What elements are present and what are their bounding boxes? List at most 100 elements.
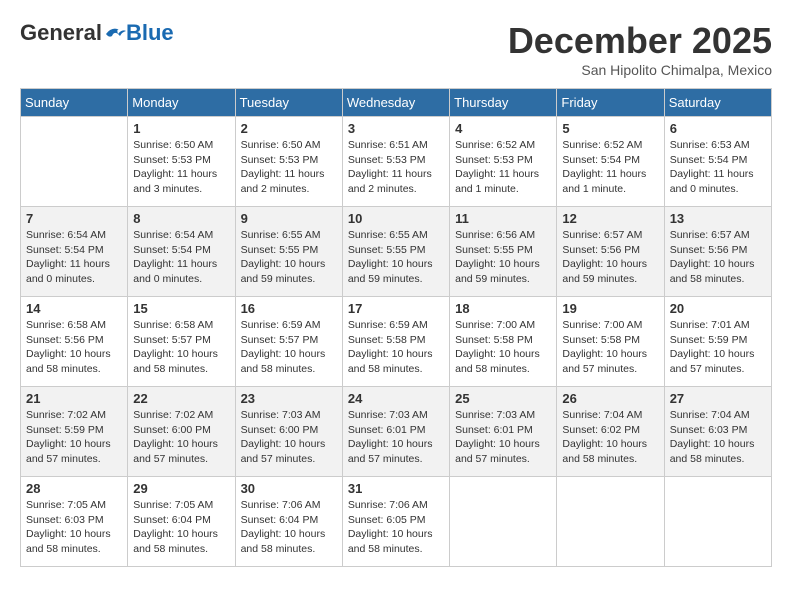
day-info: Sunrise: 7:00 AM Sunset: 5:58 PM Dayligh… xyxy=(455,318,551,377)
day-info: Sunrise: 7:05 AM Sunset: 6:04 PM Dayligh… xyxy=(133,498,229,557)
day-info: Sunrise: 6:55 AM Sunset: 5:55 PM Dayligh… xyxy=(348,228,444,287)
day-info: Sunrise: 7:00 AM Sunset: 5:58 PM Dayligh… xyxy=(562,318,658,377)
location: San Hipolito Chimalpa, Mexico xyxy=(508,62,772,78)
day-info: Sunrise: 7:06 AM Sunset: 6:05 PM Dayligh… xyxy=(348,498,444,557)
day-info: Sunrise: 7:04 AM Sunset: 6:03 PM Dayligh… xyxy=(670,408,766,467)
day-number: 30 xyxy=(241,481,337,496)
table-row: 30 Sunrise: 7:06 AM Sunset: 6:04 PM Dayli… xyxy=(235,477,342,567)
table-row: 7 Sunrise: 6:54 AM Sunset: 5:54 PM Daylig… xyxy=(21,207,128,297)
day-number: 26 xyxy=(562,391,658,406)
day-number: 31 xyxy=(348,481,444,496)
table-row: 24 Sunrise: 7:03 AM Sunset: 6:01 PM Dayli… xyxy=(342,387,449,477)
table-row: 21 Sunrise: 7:02 AM Sunset: 5:59 PM Dayli… xyxy=(21,387,128,477)
day-number: 19 xyxy=(562,301,658,316)
month-title: December 2025 xyxy=(508,20,772,62)
day-info: Sunrise: 7:01 AM Sunset: 5:59 PM Dayligh… xyxy=(670,318,766,377)
table-row: 4Sunrise: 6:52 AM Sunset: 5:53 PM Daylig… xyxy=(450,117,557,207)
day-number: 28 xyxy=(26,481,122,496)
col-wednesday: Wednesday xyxy=(342,89,449,117)
day-number: 11 xyxy=(455,211,551,226)
day-number: 24 xyxy=(348,391,444,406)
calendar-week-row: 7 Sunrise: 6:54 AM Sunset: 5:54 PM Daylig… xyxy=(21,207,772,297)
day-number: 14 xyxy=(26,301,122,316)
calendar-week-row: 14Sunrise: 6:58 AM Sunset: 5:56 PM Dayli… xyxy=(21,297,772,387)
day-info: Sunrise: 6:59 AM Sunset: 5:58 PM Dayligh… xyxy=(348,318,444,377)
table-row: 27 Sunrise: 7:04 AM Sunset: 6:03 PM Dayli… xyxy=(664,387,771,477)
table-row: 14Sunrise: 6:58 AM Sunset: 5:56 PM Dayli… xyxy=(21,297,128,387)
day-number: 7 xyxy=(26,211,122,226)
day-info: Sunrise: 7:02 AM Sunset: 6:00 PM Dayligh… xyxy=(133,408,229,467)
logo-general: General xyxy=(20,20,102,46)
calendar-header-row: Sunday Monday Tuesday Wednesday Thursday… xyxy=(21,89,772,117)
day-info: Sunrise: 7:03 AM Sunset: 6:01 PM Dayligh… xyxy=(348,408,444,467)
day-info: Sunrise: 6:52 AM Sunset: 5:53 PM Dayligh… xyxy=(455,138,551,197)
table-row xyxy=(450,477,557,567)
logo: General Blue xyxy=(20,20,174,46)
title-block: December 2025 San Hipolito Chimalpa, Mex… xyxy=(508,20,772,78)
day-info: Sunrise: 6:56 AM Sunset: 5:55 PM Dayligh… xyxy=(455,228,551,287)
col-thursday: Thursday xyxy=(450,89,557,117)
table-row: 25 Sunrise: 7:03 AM Sunset: 6:01 PM Dayli… xyxy=(450,387,557,477)
table-row: 1 Sunrise: 6:50 AM Sunset: 5:53 PM Daylig… xyxy=(128,117,235,207)
table-row: 18Sunrise: 7:00 AM Sunset: 5:58 PM Dayli… xyxy=(450,297,557,387)
day-info: Sunrise: 7:03 AM Sunset: 6:01 PM Dayligh… xyxy=(455,408,551,467)
table-row: 12Sunrise: 6:57 AM Sunset: 5:56 PM Dayli… xyxy=(557,207,664,297)
calendar-week-row: 28 Sunrise: 7:05 AM Sunset: 6:03 PM Dayli… xyxy=(21,477,772,567)
table-row xyxy=(557,477,664,567)
day-info: Sunrise: 6:50 AM Sunset: 5:53 PM Dayligh… xyxy=(133,138,229,197)
table-row: 11 Sunrise: 6:56 AM Sunset: 5:55 PM Dayli… xyxy=(450,207,557,297)
day-number: 22 xyxy=(133,391,229,406)
day-info: Sunrise: 6:52 AM Sunset: 5:54 PM Dayligh… xyxy=(562,138,658,197)
table-row: 9 Sunrise: 6:55 AM Sunset: 5:55 PM Daylig… xyxy=(235,207,342,297)
logo-blue: Blue xyxy=(126,20,174,46)
day-number: 17 xyxy=(348,301,444,316)
day-number: 27 xyxy=(670,391,766,406)
col-sunday: Sunday xyxy=(21,89,128,117)
day-number: 25 xyxy=(455,391,551,406)
day-info: Sunrise: 6:54 AM Sunset: 5:54 PM Dayligh… xyxy=(26,228,122,287)
table-row xyxy=(21,117,128,207)
day-number: 9 xyxy=(241,211,337,226)
day-info: Sunrise: 6:59 AM Sunset: 5:57 PM Dayligh… xyxy=(241,318,337,377)
table-row: 26Sunrise: 7:04 AM Sunset: 6:02 PM Dayli… xyxy=(557,387,664,477)
table-row: 10Sunrise: 6:55 AM Sunset: 5:55 PM Dayli… xyxy=(342,207,449,297)
col-saturday: Saturday xyxy=(664,89,771,117)
table-row: 20 Sunrise: 7:01 AM Sunset: 5:59 PM Dayli… xyxy=(664,297,771,387)
day-number: 29 xyxy=(133,481,229,496)
col-monday: Monday xyxy=(128,89,235,117)
day-number: 5 xyxy=(562,121,658,136)
table-row: 17 Sunrise: 6:59 AM Sunset: 5:58 PM Dayli… xyxy=(342,297,449,387)
day-number: 13 xyxy=(670,211,766,226)
calendar-table: Sunday Monday Tuesday Wednesday Thursday… xyxy=(20,88,772,567)
day-info: Sunrise: 7:02 AM Sunset: 5:59 PM Dayligh… xyxy=(26,408,122,467)
table-row: 6 Sunrise: 6:53 AM Sunset: 5:54 PM Daylig… xyxy=(664,117,771,207)
page-header: General Blue December 2025 San Hipolito … xyxy=(20,20,772,78)
col-tuesday: Tuesday xyxy=(235,89,342,117)
table-row: 16 Sunrise: 6:59 AM Sunset: 5:57 PM Dayli… xyxy=(235,297,342,387)
table-row: 3Sunrise: 6:51 AM Sunset: 5:53 PM Daylig… xyxy=(342,117,449,207)
table-row: 19 Sunrise: 7:00 AM Sunset: 5:58 PM Dayli… xyxy=(557,297,664,387)
calendar-week-row: 1 Sunrise: 6:50 AM Sunset: 5:53 PM Daylig… xyxy=(21,117,772,207)
day-info: Sunrise: 7:03 AM Sunset: 6:00 PM Dayligh… xyxy=(241,408,337,467)
table-row: 13 Sunrise: 6:57 AM Sunset: 5:56 PM Dayli… xyxy=(664,207,771,297)
col-friday: Friday xyxy=(557,89,664,117)
day-number: 16 xyxy=(241,301,337,316)
table-row: 28 Sunrise: 7:05 AM Sunset: 6:03 PM Dayli… xyxy=(21,477,128,567)
day-number: 23 xyxy=(241,391,337,406)
day-info: Sunrise: 7:05 AM Sunset: 6:03 PM Dayligh… xyxy=(26,498,122,557)
table-row xyxy=(664,477,771,567)
table-row: 23 Sunrise: 7:03 AM Sunset: 6:00 PM Dayli… xyxy=(235,387,342,477)
day-info: Sunrise: 6:51 AM Sunset: 5:53 PM Dayligh… xyxy=(348,138,444,197)
day-info: Sunrise: 6:55 AM Sunset: 5:55 PM Dayligh… xyxy=(241,228,337,287)
day-number: 6 xyxy=(670,121,766,136)
day-number: 20 xyxy=(670,301,766,316)
day-number: 21 xyxy=(26,391,122,406)
day-number: 1 xyxy=(133,121,229,136)
day-info: Sunrise: 7:06 AM Sunset: 6:04 PM Dayligh… xyxy=(241,498,337,557)
table-row: 8Sunrise: 6:54 AM Sunset: 5:54 PM Daylig… xyxy=(128,207,235,297)
day-number: 2 xyxy=(241,121,337,136)
day-info: Sunrise: 6:57 AM Sunset: 5:56 PM Dayligh… xyxy=(670,228,766,287)
day-info: Sunrise: 6:58 AM Sunset: 5:57 PM Dayligh… xyxy=(133,318,229,377)
day-info: Sunrise: 6:54 AM Sunset: 5:54 PM Dayligh… xyxy=(133,228,229,287)
day-info: Sunrise: 6:53 AM Sunset: 5:54 PM Dayligh… xyxy=(670,138,766,197)
